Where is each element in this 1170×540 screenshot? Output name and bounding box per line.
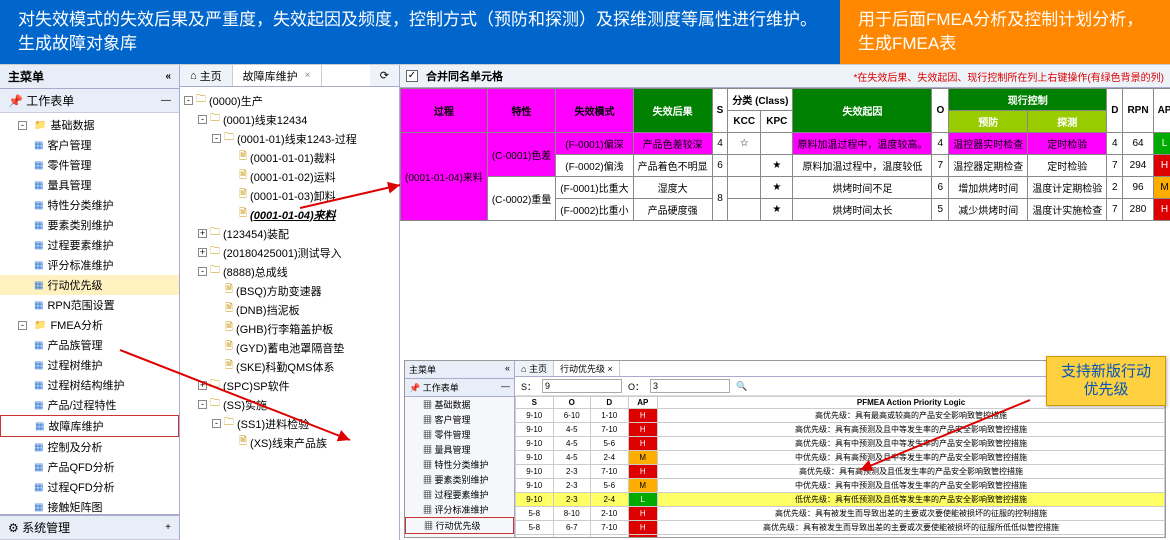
- sidebar-item[interactable]: 接触矩阵图: [0, 497, 179, 514]
- mini-search-icon[interactable]: 🔍: [736, 381, 747, 392]
- mini-main-menu: 主菜单: [409, 363, 436, 376]
- tree-node[interactable]: -(8888)总成线: [182, 262, 397, 281]
- sidebar-item[interactable]: 产品族管理: [0, 335, 179, 355]
- sidebar-item[interactable]: 过程QFD分析: [0, 477, 179, 497]
- banner-blue: 对失效模式的失效后果及严重度，失效起因及频度，控制方式（预防和探测）及探维测度等…: [0, 0, 840, 64]
- mini-sidebar-item[interactable]: ▦ 行动优先级: [405, 517, 514, 534]
- minimize-icon[interactable]: —: [161, 95, 171, 106]
- sidebar-item[interactable]: 过程树维护: [0, 355, 179, 375]
- tree-node[interactable]: (BSQ)方助变速器: [182, 281, 397, 300]
- mini-s-label: S：: [521, 380, 536, 393]
- callout-label: 支持新版行动优先级: [1046, 356, 1166, 406]
- sidebar-item[interactable]: 评分标准维护: [0, 255, 179, 275]
- sidebar-item[interactable]: 零件管理: [0, 155, 179, 175]
- mini-o-label: O：: [628, 380, 644, 393]
- tree-node[interactable]: (GHB)行李箱盖护板: [182, 319, 397, 338]
- tree-node[interactable]: (SKE)科勤QMS体系: [182, 357, 397, 376]
- main-menu-title: 主菜单: [8, 68, 44, 85]
- sidebar-item[interactable]: 过程树结构维护: [0, 375, 179, 395]
- tree-node[interactable]: (0001-01-02)运料: [182, 167, 397, 186]
- mini-sidebar-item[interactable]: ▦ 客户管理: [405, 412, 514, 427]
- mini-tab-active[interactable]: 行动优先级 ×: [554, 361, 620, 376]
- sidebar-item[interactable]: 行动优先级: [0, 275, 179, 295]
- tree-node[interactable]: (0001-01-04)来料: [182, 205, 397, 224]
- mini-tab-home[interactable]: ⌂ 主页: [515, 361, 554, 376]
- sidebar-item[interactable]: 过程要素维护: [0, 235, 179, 255]
- mini-sidebar-item[interactable]: ▦ 量具管理: [405, 442, 514, 457]
- sidebar-item[interactable]: 控制及分析: [0, 437, 179, 457]
- sidebar-group[interactable]: -FMEA分析: [0, 315, 179, 335]
- fmea-table[interactable]: 过程 特性 失效模式 失效后果 S 分类 (Class) 失效起因 O 现行控制…: [400, 88, 1170, 221]
- ap-logic-table[interactable]: SODAPPFMEA Action Priority Logic9-106-10…: [515, 396, 1165, 537]
- tree-node[interactable]: (0001-01-01)裁料: [182, 148, 397, 167]
- mini-sidebar-item[interactable]: ▦ 特性分类维护: [405, 457, 514, 472]
- sidebar-item[interactable]: RPN范围设置: [0, 295, 179, 315]
- merge-checkbox[interactable]: [406, 70, 418, 82]
- tree-node[interactable]: -(SS1)进料检验: [182, 414, 397, 433]
- mini-sidebar-item[interactable]: ▦ RPN范围设置: [405, 534, 514, 538]
- sidebar-item[interactable]: 要素类别维护: [0, 215, 179, 235]
- mid-panel: ⌂主页 故障库维护× ⟳ -(0000)生产-(0001)线束12434-(00…: [180, 65, 400, 540]
- sidebar-item[interactable]: 客户管理: [0, 135, 179, 155]
- tab-failure-lib[interactable]: 故障库维护×: [233, 65, 322, 86]
- tree-node[interactable]: -(0001)线束12434: [182, 110, 397, 129]
- refresh-icon[interactable]: ⟳: [370, 65, 399, 86]
- sidebar-item[interactable]: 特性分类维护: [0, 195, 179, 215]
- tree-node[interactable]: +(123454)装配: [182, 224, 397, 243]
- mini-sidebar-item[interactable]: ▦ 评分标准维护: [405, 502, 514, 517]
- sidebar-item[interactable]: 量具管理: [0, 175, 179, 195]
- mini-sidebar-item[interactable]: ▦ 零件管理: [405, 427, 514, 442]
- mini-collapse-icon[interactable]: «: [505, 363, 510, 376]
- sysadmin-title: 系统管理: [22, 521, 70, 535]
- tree-node[interactable]: -(0000)生产: [182, 91, 397, 110]
- banner-orange: 用于后面FMEA分析及控制计划分析，生成FMEA表: [840, 0, 1170, 64]
- merge-label: 合并同名单元格: [426, 68, 503, 84]
- tree-node[interactable]: +(SPC)SP软件: [182, 376, 397, 395]
- home-icon: ⌂: [190, 70, 197, 82]
- tree-node[interactable]: (DNB)挡泥板: [182, 300, 397, 319]
- mini-worksheet: 工作表单: [423, 383, 459, 393]
- collapse-icon[interactable]: «: [165, 71, 171, 82]
- mini-o-input[interactable]: [650, 379, 730, 393]
- mini-sidebar-item[interactable]: ▦ 过程要素维护: [405, 487, 514, 502]
- sidebar-group[interactable]: -基础数据: [0, 115, 179, 135]
- tree-node[interactable]: (XS)线束产品族: [182, 433, 397, 452]
- tree-node[interactable]: (GYD)蓄电池罩隔音垫: [182, 338, 397, 357]
- tab-home[interactable]: ⌂主页: [180, 65, 233, 86]
- sidebar-item[interactable]: 产品QFD分析: [0, 457, 179, 477]
- pin-icon: 📌: [8, 94, 23, 108]
- worksheet-title: 工作表单: [26, 94, 74, 108]
- tree-node[interactable]: +(20180425001)测试导入: [182, 243, 397, 262]
- mini-s-input[interactable]: [542, 379, 622, 393]
- tree-node[interactable]: -(SS)实施: [182, 395, 397, 414]
- mini-sidebar-item[interactable]: ▦ 基础数据: [405, 397, 514, 412]
- note-text: *在失效后果、失效起因、现行控制所在列上右键操作(有绿色背景的列): [853, 69, 1164, 84]
- sidebar-item[interactable]: 产品/过程特性: [0, 395, 179, 415]
- tree-node[interactable]: (0001-01-03)卸料: [182, 186, 397, 205]
- tree-node[interactable]: -(0001-01)线束1243-过程: [182, 129, 397, 148]
- sidebar: 主菜单 « 📌 工作表单 — -基础数据客户管理零件管理量具管理特性分类维护要素…: [0, 65, 180, 540]
- sidebar-item[interactable]: 故障库维护: [0, 415, 179, 437]
- expand-icon[interactable]: +: [165, 522, 171, 533]
- gear-icon: ⚙: [8, 521, 19, 535]
- close-icon[interactable]: ×: [305, 70, 311, 81]
- mini-sidebar-item[interactable]: ▦ 要素类别维护: [405, 472, 514, 487]
